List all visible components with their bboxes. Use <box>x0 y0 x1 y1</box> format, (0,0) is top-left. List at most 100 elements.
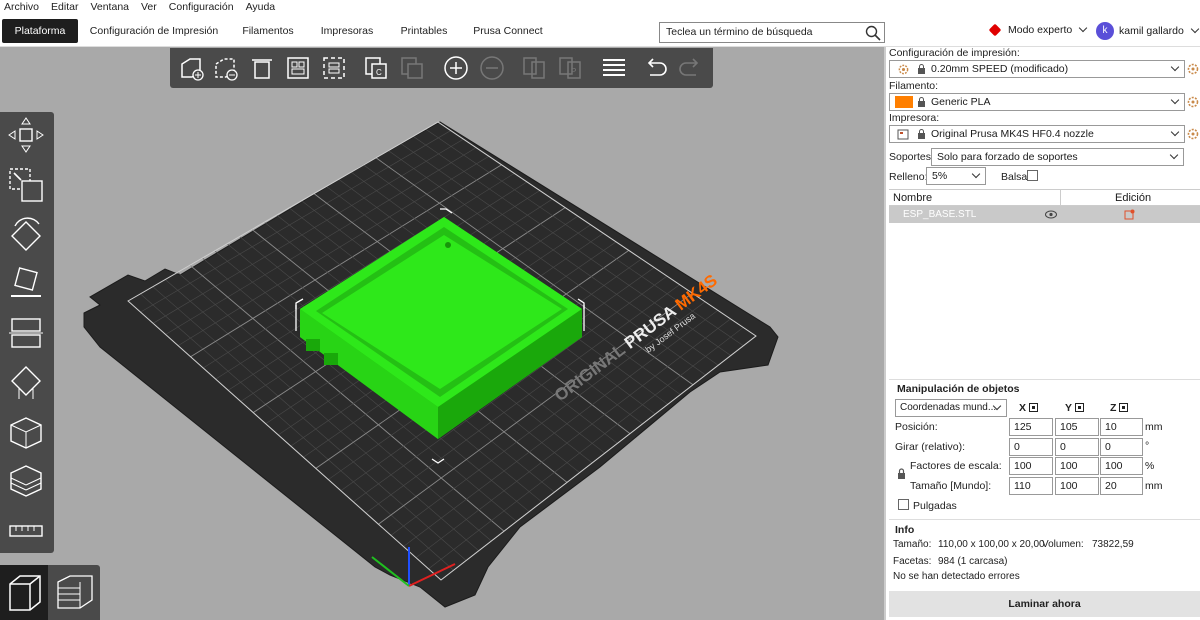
3d-viewport[interactable]: ORIGINAL PRUSA MK4S by Josef Prusa C P <box>0 47 884 620</box>
rotate-y-input[interactable]: 0 <box>1055 438 1099 456</box>
delete-object-icon[interactable] <box>212 54 240 82</box>
position-label: Posición: <box>895 421 938 433</box>
coordinates-combo[interactable]: Coordenadas mund... <box>895 399 1007 417</box>
undo-icon[interactable] <box>642 54 670 82</box>
tab-configuracion-impresion[interactable]: Configuración de Impresión <box>86 19 222 43</box>
build-plate-scene[interactable]: ORIGINAL PRUSA MK4S by Josef Prusa <box>0 47 884 620</box>
column-edit[interactable]: Edición <box>1115 192 1151 204</box>
preview-icon[interactable] <box>52 570 98 616</box>
add-instance-icon[interactable] <box>442 54 470 82</box>
rotate-z-input[interactable]: 0 <box>1100 438 1143 456</box>
rotate-x-input[interactable]: 0 <box>1009 438 1053 456</box>
object-name: ESP_BASE.STL <box>903 209 977 220</box>
copy-icon[interactable]: C <box>362 54 390 82</box>
lock-icon[interactable] <box>897 468 906 479</box>
trash-icon[interactable] <box>248 54 276 82</box>
chevron-down-icon <box>1078 23 1088 33</box>
filament-combo[interactable]: Generic PLA <box>889 93 1185 111</box>
size-y-input[interactable]: 100 <box>1055 477 1099 495</box>
supports-icon[interactable] <box>7 364 45 402</box>
3d-view-icon[interactable] <box>2 570 48 616</box>
lock-icon <box>918 64 925 74</box>
place-on-face-icon[interactable] <box>7 264 45 302</box>
printer-value: Original Prusa MK4S HF0.4 nozzle <box>931 128 1094 140</box>
chevron-down-icon <box>1169 150 1179 160</box>
tab-prusa-connect[interactable]: Prusa Connect <box>470 19 546 43</box>
layers-editing-icon[interactable] <box>600 54 628 82</box>
divider <box>889 519 1200 520</box>
print-settings-combo[interactable]: 0.20mm SPEED (modificado) <box>889 60 1185 78</box>
menu-editar[interactable]: Editar <box>51 1 78 13</box>
seam-icon[interactable] <box>7 414 45 452</box>
measure-icon[interactable] <box>7 512 45 550</box>
menu-archivo[interactable]: Archivo <box>4 1 39 13</box>
info-errors: No se han detectado errores <box>893 571 1020 582</box>
arrange-icon[interactable] <box>284 54 312 82</box>
printer-icon <box>897 129 909 140</box>
paste-icon[interactable] <box>398 54 426 82</box>
tab-impresoras[interactable]: Impresoras <box>316 19 378 43</box>
remove-instance-icon[interactable] <box>478 54 506 82</box>
supports-label: Soportes: <box>889 151 934 163</box>
mode-selector[interactable]: Modo experto <box>988 23 1088 37</box>
redo-icon[interactable] <box>676 54 704 82</box>
drop-to-bed-icon <box>1119 403 1129 412</box>
info-facets-label: Facetas: <box>893 556 932 567</box>
infill-value: 5% <box>932 170 948 182</box>
tab-printables[interactable]: Printables <box>396 19 452 43</box>
svg-text:P: P <box>571 67 576 76</box>
avatar: k <box>1096 22 1114 40</box>
chevron-down-icon <box>1170 95 1180 105</box>
cut-icon[interactable] <box>7 314 45 352</box>
arrange-selection-icon[interactable] <box>320 54 348 82</box>
size-z-input[interactable]: 20 <box>1100 477 1143 495</box>
user-menu[interactable]: k kamil gallardo <box>1096 22 1200 40</box>
size-x-input[interactable]: 110 <box>1009 477 1053 495</box>
position-z-input[interactable]: 10 <box>1100 418 1143 436</box>
search-icon[interactable] <box>864 24 882 42</box>
menu-ver[interactable]: Ver <box>141 1 157 13</box>
slice-now-button[interactable]: Laminar ahora <box>889 591 1200 617</box>
object-list-header: Nombre Edición <box>889 189 1200 206</box>
position-x-input[interactable]: 125 <box>1009 418 1053 436</box>
menu-ayuda[interactable]: Ayuda <box>246 1 276 13</box>
info-volume-value: 73822,59 <box>1092 539 1134 550</box>
rotate-icon[interactable] <box>7 216 45 254</box>
edit-settings-icon[interactable] <box>1124 209 1135 220</box>
inches-checkbox[interactable] <box>898 499 909 510</box>
variable-layer-icon[interactable] <box>7 462 45 500</box>
position-y-input[interactable]: 105 <box>1055 418 1099 436</box>
menu-configuracion[interactable]: Configuración <box>169 1 234 13</box>
split-objects-icon[interactable] <box>520 54 548 82</box>
split-parts-icon[interactable]: P <box>556 54 584 82</box>
gear-icon[interactable] <box>1187 63 1199 75</box>
table-row[interactable]: ESP_BASE.STL <box>889 206 1200 223</box>
chevron-down-icon <box>971 169 981 179</box>
filament-color-swatch <box>895 96 913 108</box>
tab-plataforma[interactable]: Plataforma <box>2 19 78 43</box>
tab-filamentos[interactable]: Filamentos <box>236 19 300 43</box>
brim-checkbox[interactable] <box>1027 170 1038 181</box>
scale-y-input[interactable]: 100 <box>1055 457 1099 475</box>
menu-ventana[interactable]: Ventana <box>90 1 129 13</box>
coordinates-value: Coordenadas mund... <box>900 402 997 413</box>
search-input[interactable]: Teclea un término de búsqueda <box>659 22 885 43</box>
gear-icon[interactable] <box>1187 96 1199 108</box>
move-icon[interactable] <box>7 116 45 154</box>
infill-label: Relleno: <box>889 171 928 183</box>
eye-icon[interactable] <box>1045 210 1057 219</box>
infill-combo[interactable]: 5% <box>926 167 986 185</box>
scale-x-input[interactable]: 100 <box>1009 457 1053 475</box>
expert-mode-icon <box>988 23 1002 37</box>
printer-combo[interactable]: Original Prusa MK4S HF0.4 nozzle <box>889 125 1185 143</box>
scale-icon[interactable] <box>7 166 45 204</box>
divider <box>889 379 1200 380</box>
position-unit: mm <box>1145 421 1163 433</box>
supports-combo[interactable]: Solo para forzado de soportes <box>931 148 1184 166</box>
gear-icon[interactable] <box>1187 128 1199 140</box>
menu-bar: Archivo Editar Ventana Ver Configuración… <box>0 0 1200 14</box>
scale-z-input[interactable]: 100 <box>1100 457 1143 475</box>
column-name[interactable]: Nombre <box>893 192 932 204</box>
inches-label: Pulgadas <box>913 500 957 512</box>
add-object-icon[interactable] <box>178 54 206 82</box>
